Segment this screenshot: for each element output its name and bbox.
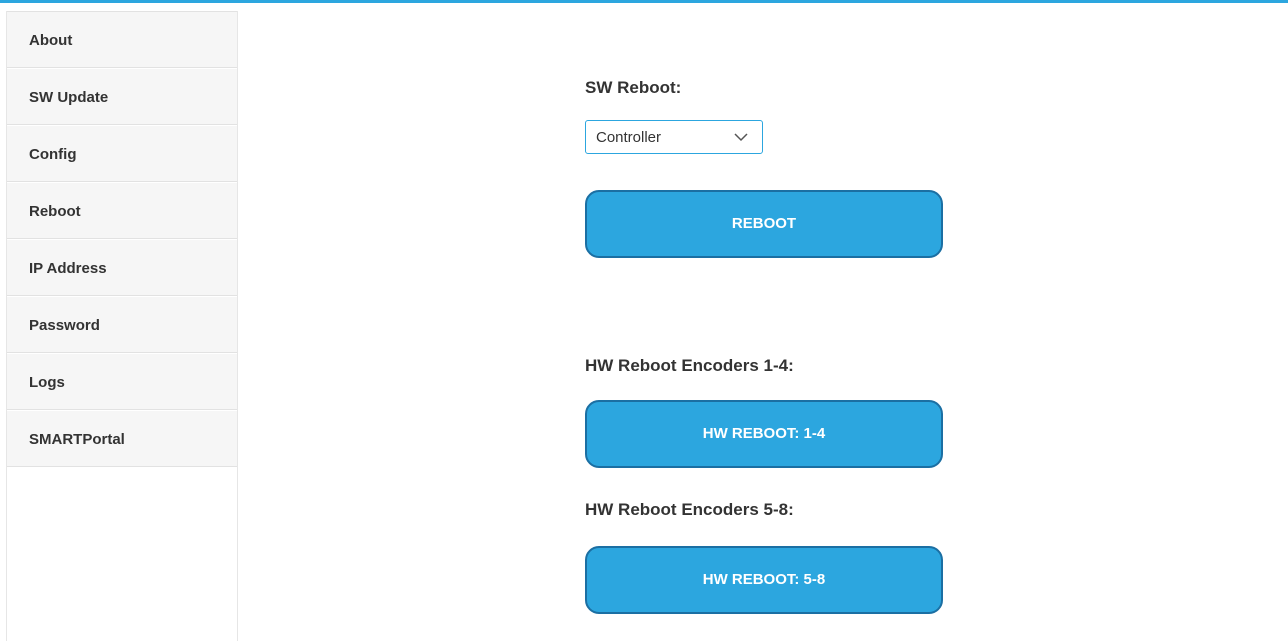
sw-reboot-target-select[interactable]: Controller [585, 120, 763, 154]
sw-reboot-label: SW Reboot: [585, 78, 682, 97]
sidebar-item-sw-update[interactable]: SW Update [7, 68, 237, 125]
hw-reboot-1-4-button[interactable]: HW REBOOT: 1-4 [585, 400, 943, 468]
top-accent-rule [0, 0, 1288, 3]
hw-reboot-5-8-label: HW Reboot Encoders 5-8: [585, 500, 794, 519]
sidebar: About SW Update Config Reboot IP Address… [6, 11, 238, 641]
sidebar-item-password[interactable]: Password [7, 296, 237, 353]
hw-reboot-5-8-button[interactable]: HW REBOOT: 5-8 [585, 546, 943, 614]
sidebar-item-ip-address[interactable]: IP Address [7, 239, 237, 296]
reboot-button[interactable]: REBOOT [585, 190, 943, 258]
sidebar-nav-list: About SW Update Config Reboot IP Address… [7, 11, 237, 467]
sidebar-item-smartportal[interactable]: SMARTPortal [7, 410, 237, 467]
sidebar-item-logs[interactable]: Logs [7, 353, 237, 410]
select-value: Controller [596, 129, 662, 146]
chevron-down-icon [734, 133, 748, 142]
hw-reboot-1-4-label: HW Reboot Encoders 1-4: [585, 356, 794, 375]
sidebar-item-about[interactable]: About [7, 11, 237, 68]
sidebar-item-reboot[interactable]: Reboot [7, 182, 237, 239]
sidebar-item-config[interactable]: Config [7, 125, 237, 182]
